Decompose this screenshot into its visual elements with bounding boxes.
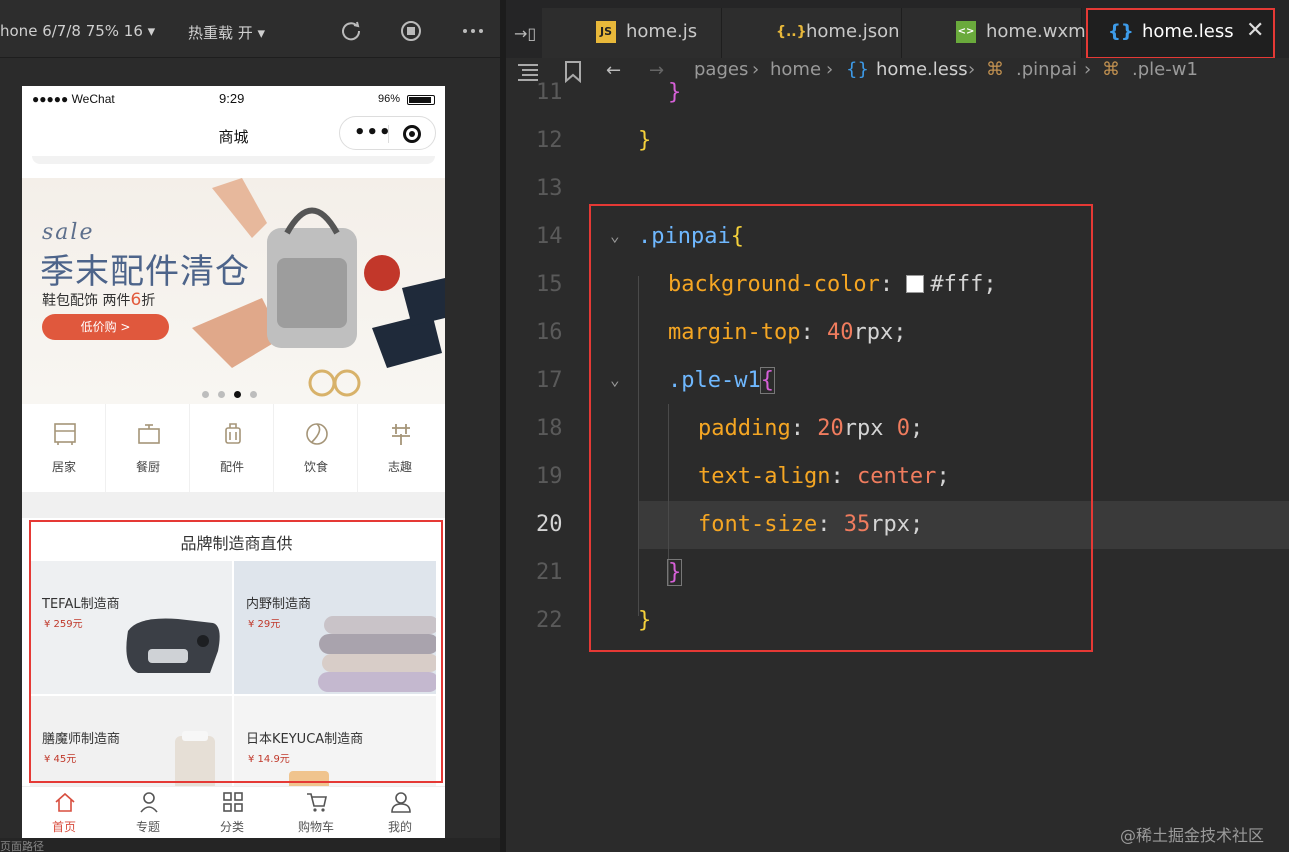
tab-home[interactable]: 首页 xyxy=(22,787,106,838)
simulator-status-strip: 页面路径 xyxy=(0,838,500,852)
category-home[interactable]: 居家 xyxy=(22,404,106,492)
tab-label: 分类 xyxy=(219,820,244,834)
bottom-tab-bar: 首页 专题 分类 购物车 我的 xyxy=(22,786,445,838)
nav-bar: 商城 ••• xyxy=(22,112,445,156)
category-label: 饮食 xyxy=(303,460,328,474)
tab-label: 购物车 xyxy=(297,820,334,834)
code-text: } xyxy=(638,128,652,153)
page-path-label: 页面路径 xyxy=(0,840,44,852)
capsule-close-icon[interactable] xyxy=(403,125,421,143)
tab-label: 我的 xyxy=(387,820,412,834)
category-label: 居家 xyxy=(51,460,76,474)
category-label: 餐厨 xyxy=(135,460,160,474)
banner-sub-prefix: 鞋包配饰 两件 xyxy=(42,293,131,309)
tab-label: home.wxml xyxy=(986,21,1091,42)
code-block-highlight xyxy=(589,204,1093,652)
search-bar-edge xyxy=(32,156,435,164)
line-number: 19 xyxy=(536,464,563,489)
json-file-icon: {..} xyxy=(776,24,807,40)
cabinet-icon xyxy=(54,423,76,445)
screen: hone 6/7/8 75% 16 ▾ 热重载 开 ▾ ●●●●● WeChat… xyxy=(0,0,1289,852)
banner-sale-label: sale xyxy=(42,220,95,245)
tab-home-js[interactable]: JS home.js xyxy=(542,8,722,58)
line-number: 21 xyxy=(536,560,563,585)
split-editor-icon[interactable]: →▯ xyxy=(514,24,536,43)
home-icon xyxy=(55,792,75,812)
watermark: @稀土掘金技术社区 xyxy=(1120,826,1265,845)
simulator-toolbar: hone 6/7/8 75% 16 ▾ 热重载 开 ▾ xyxy=(0,0,504,58)
banner-sub-num: 6 xyxy=(130,290,142,310)
code-text: } xyxy=(668,80,682,105)
line-number: 16 xyxy=(536,320,563,345)
banner-sub-suffix: 折 xyxy=(141,293,156,309)
tab-profile[interactable]: 我的 xyxy=(358,787,442,838)
section-spacer xyxy=(22,492,445,518)
tab-home-wxml[interactable]: <> home.wxml xyxy=(902,8,1091,58)
tab-label: 首页 xyxy=(51,820,76,834)
line-number: 13 xyxy=(536,176,563,201)
luggage-icon xyxy=(225,423,241,444)
line-number: 15 xyxy=(536,272,563,297)
line-number: 20 xyxy=(536,512,563,537)
user-icon xyxy=(391,792,411,813)
code-line[interactable]: 11 } xyxy=(506,72,1289,120)
js-file-icon: JS xyxy=(596,21,616,43)
category-accessories[interactable]: 配件 xyxy=(190,404,274,492)
hotreload-toggle[interactable]: 热重载 开 ▾ xyxy=(188,22,265,43)
hobby-icon xyxy=(392,424,410,445)
menu-capsule[interactable]: ••• xyxy=(339,116,436,150)
category-label: 配件 xyxy=(219,460,244,474)
banner-cta-button[interactable]: 低价购 > xyxy=(42,314,169,340)
category-food[interactable]: 饮食 xyxy=(274,404,358,492)
line-number: 14 xyxy=(536,224,563,249)
carousel-dot[interactable] xyxy=(218,391,225,398)
capsule-more-icon[interactable]: ••• xyxy=(354,122,392,143)
tab-category[interactable]: 分类 xyxy=(190,787,274,838)
carrier-label: ●●●●● WeChat xyxy=(32,92,115,106)
active-tab-highlight xyxy=(1086,8,1275,59)
category-kitchen[interactable]: 餐厨 xyxy=(106,404,190,492)
tab-topic[interactable]: 专题 xyxy=(106,787,190,838)
grid-icon xyxy=(223,792,243,812)
pot-icon xyxy=(138,424,160,444)
carousel-indicator[interactable] xyxy=(202,383,266,402)
editor-pane: →▯ JS home.js {..} home.json <> home.wxm… xyxy=(506,0,1289,852)
line-number: 17 xyxy=(536,368,563,393)
status-time: 9:29 xyxy=(219,91,245,106)
carousel-dot[interactable] xyxy=(202,391,209,398)
stop-icon[interactable] xyxy=(400,20,422,42)
tab-label: home.json xyxy=(806,21,900,42)
tab-label: home.js xyxy=(626,21,698,42)
line-number: 18 xyxy=(536,416,563,441)
topic-icon xyxy=(140,792,158,813)
refresh-icon[interactable] xyxy=(340,20,362,42)
brand-section-highlight xyxy=(29,520,443,783)
category-hobby[interactable]: 志趣 xyxy=(358,404,442,492)
category-label: 志趣 xyxy=(387,460,412,474)
editor-tab-bar: →▯ JS home.js {..} home.json <> home.wxm… xyxy=(506,0,1289,59)
code-line[interactable]: 12 } xyxy=(506,120,1289,168)
line-number: 12 xyxy=(536,128,563,153)
capsule-divider xyxy=(388,125,389,143)
battery-percent: 96% xyxy=(378,93,401,105)
tab-cart[interactable]: 购物车 xyxy=(274,787,358,838)
line-number: 22 xyxy=(536,608,563,633)
promo-banner[interactable]: sale 季末配件清仓 鞋包配饰 两件6折 低价购 > xyxy=(22,178,445,404)
battery-icon xyxy=(407,95,435,105)
status-bar: ●●●●● WeChat 9:29 96% xyxy=(22,86,445,112)
banner-subtitle: 鞋包配饰 两件6折 xyxy=(42,290,155,310)
device-select[interactable]: hone 6/7/8 75% 16 ▾ xyxy=(0,22,155,40)
category-grid: 居家 餐厨 配件 饮食 志趣 xyxy=(22,404,445,492)
tab-home-json[interactable]: {..} home.json xyxy=(722,8,902,58)
more-icon[interactable] xyxy=(462,20,484,42)
carousel-dot-active[interactable] xyxy=(234,391,241,398)
simulator-pane: hone 6/7/8 75% 16 ▾ 热重载 开 ▾ ●●●●● WeChat… xyxy=(0,0,504,852)
banner-headline: 季末配件清仓 xyxy=(40,252,250,292)
tab-label: 专题 xyxy=(135,820,160,834)
cart-icon xyxy=(307,793,327,812)
carousel-dot[interactable] xyxy=(250,391,257,398)
food-icon xyxy=(306,423,328,445)
line-number: 11 xyxy=(536,80,563,105)
wxml-file-icon: <> xyxy=(956,21,976,43)
